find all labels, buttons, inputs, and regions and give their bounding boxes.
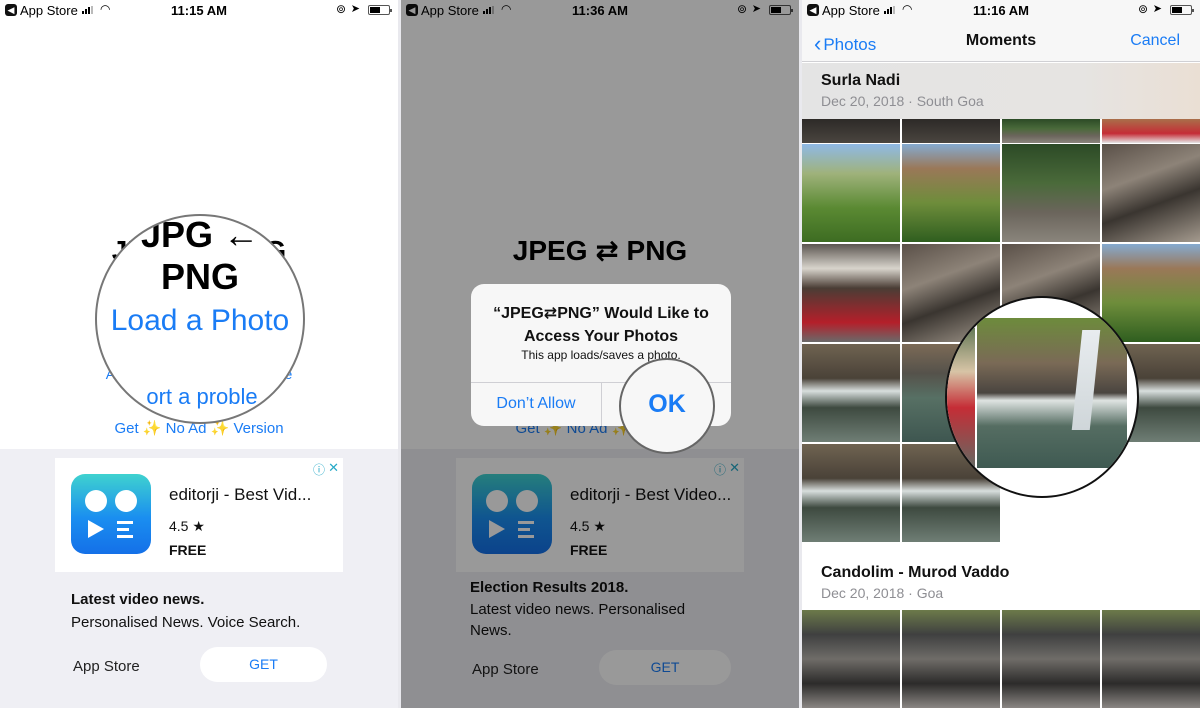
photo-thumbnail[interactable] [802, 344, 900, 442]
magnified-selected-photo[interactable] [977, 318, 1127, 468]
alert-message: This app loads/saves a photo. [521, 348, 681, 362]
screen-photo-permission: ◀ App Store ◠ 11:36 AM ⊚ ➤ JPEG ⇄ PNG Ge… [401, 0, 799, 708]
magnifier-circle: OK [619, 358, 715, 454]
location-icon: ➤ [1152, 3, 1162, 15]
navigation-bar: ‹ Photos Moments Cancel [802, 22, 1200, 62]
moment-subtitle: Dec 20, 2018 · South Goa [821, 93, 984, 109]
status-bar: ◀ App Store ◠ 11:15 AM ⊚ ➤ [0, 0, 398, 22]
ad-info-icon[interactable]: ⓘ [313, 461, 325, 478]
location-icon: ➤ [350, 3, 360, 15]
dont-allow-button[interactable]: Don’t Allow [471, 382, 601, 426]
screen-photo-moments: ◀ App Store ◠ 11:16 AM ⊚ ➤ ‹ Photos Momen… [802, 0, 1200, 708]
moment-header[interactable]: Surla Nadi Dec 20, 2018 · South Goa [802, 63, 1200, 119]
ad-rating: 4.5 ★ [169, 518, 205, 534]
ad-price: FREE [169, 542, 207, 558]
photo-thumbnail[interactable] [902, 119, 1000, 143]
ad-card[interactable]: editorji - Best Vid... 4.5 ★ FREE ⓘ ✕ [55, 458, 343, 572]
photo-thumbnail[interactable] [802, 244, 900, 342]
photo-thumbnail[interactable] [1002, 119, 1100, 143]
moment-title: Surla Nadi [821, 72, 901, 89]
status-bar: ◀ App Store ◠ 11:16 AM ⊚ ➤ [802, 0, 1200, 22]
moment-subtitle: Dec 20, 2018 · Goa [821, 585, 944, 601]
magnified-photo-edge [947, 328, 975, 473]
ad-close-icon[interactable]: ✕ [328, 460, 339, 476]
magnified-app-title: JPG ← PNG [140, 214, 260, 297]
photo-thumbnail[interactable] [1102, 610, 1200, 708]
ad-description: Personalised News. Voice Search. [71, 614, 301, 631]
ad-headline: Latest video news. [71, 591, 205, 608]
orientation-lock-icon: ⊚ [335, 2, 346, 16]
battery-icon [1170, 5, 1194, 15]
ad-store-label: App Store [73, 658, 140, 675]
moment-photo-grid [802, 610, 1200, 708]
moment-header[interactable]: Candolim - Murod Vaddo Dec 20, 2018 · Go… [802, 555, 1200, 610]
photo-thumbnail[interactable] [1102, 119, 1200, 143]
magnifier-circle [945, 296, 1139, 498]
photo-thumbnail[interactable] [1102, 144, 1200, 242]
load-photo-button[interactable]: Load a Photo [97, 304, 303, 338]
report-problem-link[interactable]: ort a proble [97, 384, 303, 410]
editorji-app-icon[interactable] [71, 474, 151, 554]
magnified-ok-button[interactable]: OK [621, 390, 713, 419]
screen-load-photo: ◀ App Store ◠ 11:15 AM ⊚ ➤ JPEG ⇄ PNG As… [0, 0, 398, 708]
moment-title: Candolim - Murod Vaddo [821, 564, 1010, 581]
photo-thumbnail[interactable] [1002, 144, 1100, 242]
alert-title: “JPEG⇄PNG” Would Like to Access Your Pho… [493, 305, 709, 345]
ad-app-name[interactable]: editorji - Best Vid... [169, 485, 311, 505]
ad-get-button[interactable]: GET [200, 647, 327, 682]
photo-thumbnail[interactable] [802, 444, 900, 542]
photo-thumbnail[interactable] [802, 144, 900, 242]
ad-banner: editorji - Best Vid... 4.5 ★ FREE ⓘ ✕ La… [0, 449, 398, 708]
photo-thumbnail[interactable] [1002, 610, 1100, 708]
magnifier-circle: JPG ← PNG Load a Photo ort a proble [95, 214, 305, 424]
orientation-lock-icon: ⊚ [1137, 2, 1148, 16]
photo-thumbnail[interactable] [902, 144, 1000, 242]
photo-thumbnail[interactable] [802, 610, 900, 708]
photo-thumbnail[interactable] [802, 119, 900, 143]
cancel-button[interactable]: Cancel [1130, 32, 1180, 50]
battery-icon [368, 5, 392, 15]
photo-thumbnail[interactable] [902, 610, 1000, 708]
